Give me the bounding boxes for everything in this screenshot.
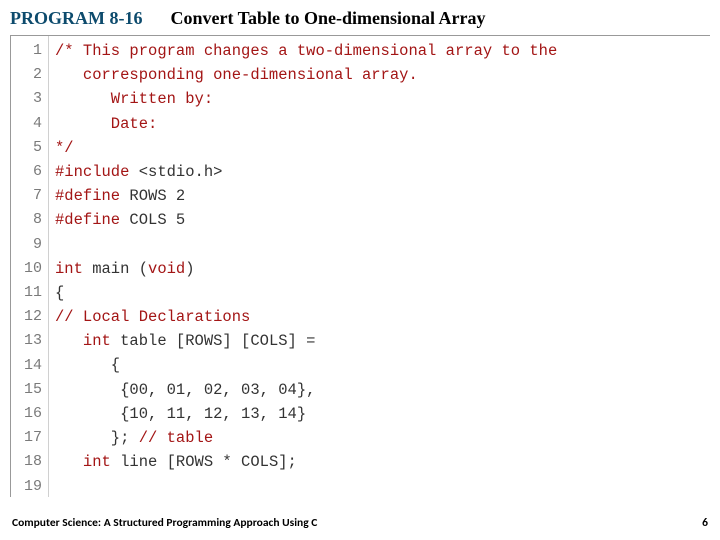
code-line: /* This program changes a two-dimensiona… [55,39,704,63]
line-number: 14 [11,354,42,378]
code-token: Date: [55,115,157,133]
code-token: {00, 01, 02, 03, 04}, [55,381,315,399]
code-line: }; // table [55,426,704,450]
code-token: // Local Declarations [55,308,250,326]
footer-page-number: 6 [702,516,708,530]
code-token: int [55,260,83,278]
code-line: {00, 01, 02, 03, 04}, [55,378,704,402]
code-token: {10, 11, 12, 13, 14} [55,405,306,423]
code-line [55,233,704,257]
line-number: 7 [11,184,42,208]
code-token: ) [185,260,194,278]
line-number: 10 [11,257,42,281]
code-token: #include [55,163,129,181]
code-token: */ [55,139,74,157]
slide-header: PROGRAM 8-16 Convert Table to One-dimens… [0,0,720,35]
line-number: 15 [11,378,42,402]
line-number-gutter: 12345678910111213141516171819 [11,36,49,497]
line-number: 13 [11,329,42,353]
code-token: #define [55,211,120,229]
code-line: */ [55,136,704,160]
code-line: int table [ROWS] [COLS] = [55,329,704,353]
code-body: /* This program changes a two-dimensiona… [49,36,710,497]
line-number: 17 [11,426,42,450]
code-line: int line [ROWS * COLS]; [55,450,704,474]
line-number: 4 [11,112,42,136]
code-listing: 12345678910111213141516171819 /* This pr… [10,35,710,497]
code-token: <stdio.h> [129,163,222,181]
line-number: 1 [11,39,42,63]
code-line: {10, 11, 12, 13, 14} [55,402,704,426]
code-line: int main (void) [55,257,704,281]
program-label: PROGRAM 8-16 [10,8,142,29]
code-line: corresponding one-dimensional array. [55,63,704,87]
code-token: COLS 5 [120,211,185,229]
code-line: #define COLS 5 [55,208,704,232]
code-token: int [83,332,111,350]
code-line: { [55,353,704,377]
line-number: 2 [11,63,42,87]
code-token [55,332,83,350]
code-token: line [ROWS * COLS]; [111,453,297,471]
code-token: #define [55,187,120,205]
slide-footer: Computer Science: A Structured Programmi… [12,516,708,530]
code-line [55,474,704,497]
code-token: Written by: [55,90,213,108]
code-token: /* This program changes a two-dimensiona… [55,42,557,60]
line-number: 19 [11,475,42,497]
code-line: { [55,281,704,305]
line-number: 9 [11,233,42,257]
code-line: // Local Declarations [55,305,704,329]
program-title: Convert Table to One-dimensional Array [170,8,485,29]
line-number: 12 [11,305,42,329]
line-number: 16 [11,402,42,426]
code-line: Written by: [55,87,704,111]
code-token [55,453,83,471]
code-token: table [ROWS] [COLS] = [111,332,316,350]
code-line: Date: [55,112,704,136]
line-number: 8 [11,208,42,232]
code-token: { [55,356,120,374]
code-line: #define ROWS 2 [55,184,704,208]
line-number: 6 [11,160,42,184]
line-number: 18 [11,450,42,474]
code-token: // table [139,429,213,447]
code-token: int [83,453,111,471]
line-number: 3 [11,87,42,111]
line-number: 11 [11,281,42,305]
footer-book-title: Computer Science: A Structured Programmi… [12,516,317,530]
line-number: 5 [11,136,42,160]
code-token: corresponding one-dimensional array. [55,66,418,84]
code-token: }; [55,429,139,447]
code-line: #include <stdio.h> [55,160,704,184]
code-token: main ( [83,260,148,278]
code-token: void [148,260,185,278]
code-token: { [55,284,64,302]
code-token: ROWS 2 [120,187,185,205]
